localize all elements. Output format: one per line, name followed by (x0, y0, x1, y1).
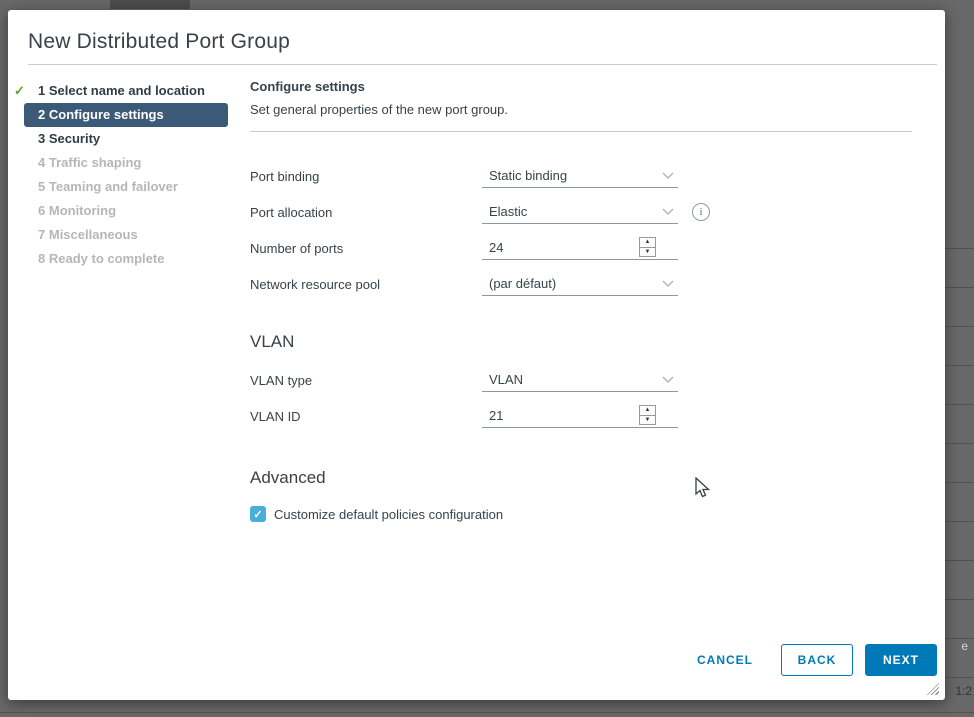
step-select-name-and-location[interactable]: ✓ 1 Select name and location (24, 79, 228, 103)
step-number: 4 (38, 155, 45, 170)
port-binding-row: Port binding Static binding (250, 158, 945, 194)
vlan-id-value: 21 (489, 408, 503, 423)
decrement-icon[interactable]: ▼ (640, 248, 655, 257)
background-time-fragment: 1:2 (955, 684, 972, 698)
step-label: Configure settings (49, 107, 164, 122)
step-number: 8 (38, 251, 45, 266)
next-button[interactable]: NEXT (865, 644, 937, 676)
dialog-title: New Distributed Port Group (28, 30, 925, 54)
network-resource-pool-row: Network resource pool (par défaut) (250, 266, 945, 302)
step-traffic-shaping: 4 Traffic shaping (24, 151, 228, 175)
info-icon[interactable]: i (692, 203, 710, 221)
port-binding-value: Static binding (489, 168, 567, 183)
step-label: Teaming and failover (49, 179, 178, 194)
chevron-down-icon (662, 208, 674, 216)
number-of-ports-label: Number of ports (250, 241, 482, 256)
customize-policies-checkbox[interactable]: ✓ (250, 506, 266, 522)
step-number: 1 (38, 83, 45, 98)
step-label: Miscellaneous (49, 227, 138, 242)
step-ready-to-complete: 8 Ready to complete (24, 247, 228, 271)
step-configure-settings[interactable]: 2 Configure settings (24, 103, 228, 127)
step-security[interactable]: 3 Security (24, 127, 228, 151)
vlan-id-row: VLAN ID 21 ▲ ▼ (250, 398, 945, 434)
step-number: 5 (38, 179, 45, 194)
vlan-type-row: VLAN type VLAN (250, 362, 945, 398)
number-of-ports-row: Number of ports 24 ▲ ▼ (250, 230, 945, 266)
chevron-down-icon (662, 280, 674, 288)
cancel-button[interactable]: CANCEL (697, 653, 753, 667)
vlan-id-input[interactable]: 21 ▲ ▼ (482, 404, 678, 428)
step-number: 7 (38, 227, 45, 242)
page-subheading: Set general properties of the new port g… (250, 102, 945, 117)
wizard-body: ✓ 1 Select name and location 2 Configure… (8, 77, 945, 522)
step-number: 6 (38, 203, 45, 218)
dialog-footer: CANCEL BACK NEXT (697, 644, 937, 676)
general-properties-form: Port binding Static binding Port allocat… (250, 158, 945, 302)
port-binding-label: Port binding (250, 169, 482, 184)
port-allocation-value: Elastic (489, 204, 527, 219)
customize-policies-label: Customize default policies configuration (274, 507, 503, 522)
dialog-resize-grip[interactable] (927, 683, 939, 695)
wizard-step-nav: ✓ 1 Select name and location 2 Configure… (8, 77, 238, 522)
port-allocation-row: Port allocation Elastic i (250, 194, 945, 230)
chevron-down-icon (662, 172, 674, 180)
step-label: Security (49, 131, 100, 146)
number-of-ports-input[interactable]: 24 ▲ ▼ (482, 236, 678, 260)
advanced-section-heading: Advanced (250, 468, 945, 488)
step-complete-check-icon: ✓ (14, 79, 25, 103)
background-text-fragment: e (961, 639, 968, 653)
step-monitoring: 6 Monitoring (24, 199, 228, 223)
step-label: Traffic shaping (49, 155, 141, 170)
vlan-id-label: VLAN ID (250, 409, 482, 424)
network-resource-pool-value: (par défaut) (489, 276, 556, 291)
title-divider (28, 64, 937, 65)
step-label: Ready to complete (49, 251, 165, 266)
step-number: 3 (38, 131, 45, 146)
port-allocation-label: Port allocation (250, 205, 482, 220)
chevron-down-icon (662, 376, 674, 384)
vlan-type-label: VLAN type (250, 373, 482, 388)
step-teaming-and-failover: 5 Teaming and failover (24, 175, 228, 199)
new-distributed-port-group-dialog: New Distributed Port Group ✓ 1 Select na… (8, 10, 945, 700)
step-miscellaneous: 7 Miscellaneous (24, 223, 228, 247)
number-of-ports-value: 24 (489, 240, 503, 255)
increment-icon[interactable]: ▲ (640, 406, 655, 416)
step-number: 2 (38, 107, 45, 122)
content-divider (250, 131, 912, 132)
number-of-ports-stepper[interactable]: ▲ ▼ (639, 237, 656, 257)
network-resource-pool-select[interactable]: (par défaut) (482, 272, 678, 296)
step-label: Monitoring (49, 203, 116, 218)
decrement-icon[interactable]: ▼ (640, 416, 655, 425)
vlan-type-select[interactable]: VLAN (482, 368, 678, 392)
customize-policies-row: ✓ Customize default policies configurati… (250, 506, 945, 522)
port-allocation-select[interactable]: Elastic i (482, 200, 678, 224)
port-binding-select[interactable]: Static binding (482, 164, 678, 188)
background-header-fragment (110, 0, 190, 9)
step-label: Select name and location (49, 83, 205, 98)
vlan-id-stepper[interactable]: ▲ ▼ (639, 405, 656, 425)
background-table-rows (944, 210, 974, 710)
increment-icon[interactable]: ▲ (640, 238, 655, 248)
back-button[interactable]: BACK (781, 644, 853, 676)
vlan-section-heading: VLAN (250, 332, 945, 352)
page-heading: Configure settings (250, 79, 945, 94)
wizard-content: Configure settings Set general propertie… (238, 77, 945, 522)
background-divider (0, 712, 974, 713)
vlan-form: VLAN type VLAN VLAN ID 21 ▲ ▼ (250, 362, 945, 434)
network-resource-pool-label: Network resource pool (250, 277, 482, 292)
vlan-type-value: VLAN (489, 372, 523, 387)
